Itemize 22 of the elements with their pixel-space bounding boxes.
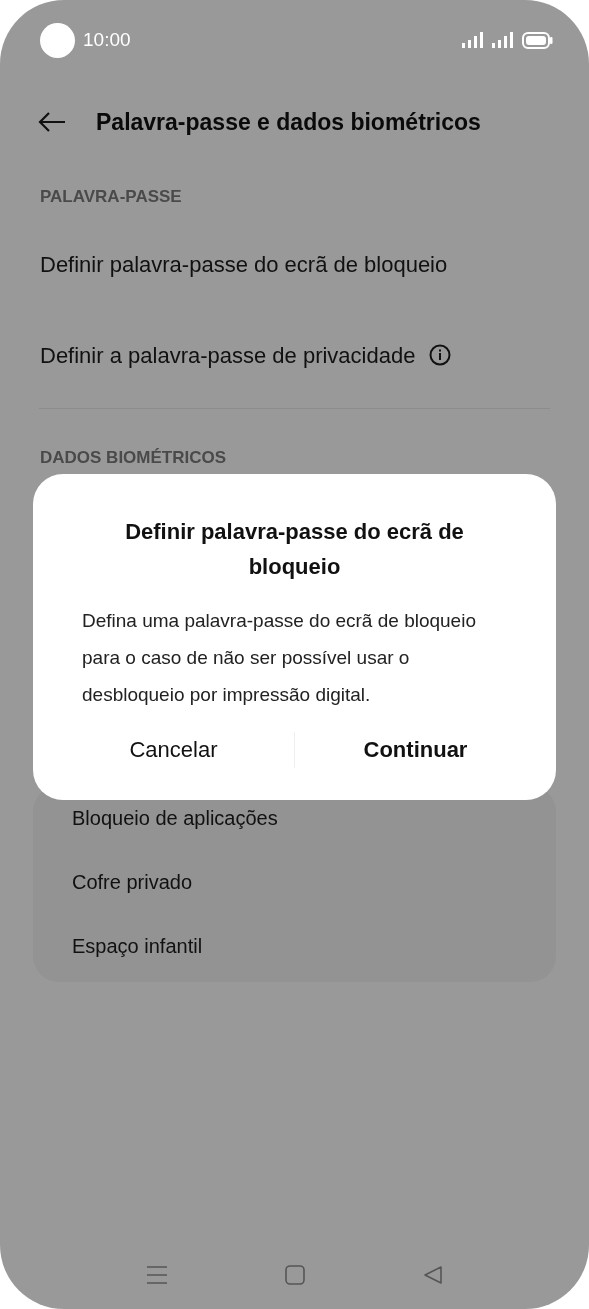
signal-icon xyxy=(462,32,484,48)
cancel-button[interactable]: Cancelar xyxy=(53,723,294,776)
section-heading: PALAVRA-PASSE xyxy=(39,186,183,208)
settings-item[interactable]: Bloqueio de aplicações xyxy=(72,806,278,830)
settings-item[interactable]: Cofre privado xyxy=(72,870,193,894)
section-heading: DADOS BIOMÉTRICOS xyxy=(39,446,228,469)
camera-cutout xyxy=(40,22,75,58)
clock-time: 10:00 xyxy=(83,27,131,52)
settings-item[interactable]: Definir a palavra-passe de privacidade xyxy=(40,338,416,372)
settings-item[interactable]: Definir palavra-passe do ecrã de bloqueio xyxy=(40,247,448,281)
settings-item[interactable]: Espaço infantil xyxy=(72,934,203,958)
home-icon[interactable] xyxy=(284,1265,305,1285)
back-arrow-icon[interactable] xyxy=(38,112,66,132)
signal-icon xyxy=(492,32,514,48)
menu-icon[interactable] xyxy=(146,1265,167,1285)
back-icon[interactable] xyxy=(422,1265,443,1285)
continue-button[interactable]: Continuar xyxy=(295,723,536,776)
info-icon[interactable] xyxy=(429,344,452,366)
battery-icon xyxy=(522,31,553,49)
dialog-message: Defina uma palavra-passe do ecrã de bloqueio para o caso de não ser possível usar o desbloqueio por impressão digital. xyxy=(81,609,477,707)
page-title: Palavra-passe e dados biométricos xyxy=(96,107,481,137)
dialog-title: Definir palavra-passe do ecrã de bloqueio xyxy=(124,518,465,581)
